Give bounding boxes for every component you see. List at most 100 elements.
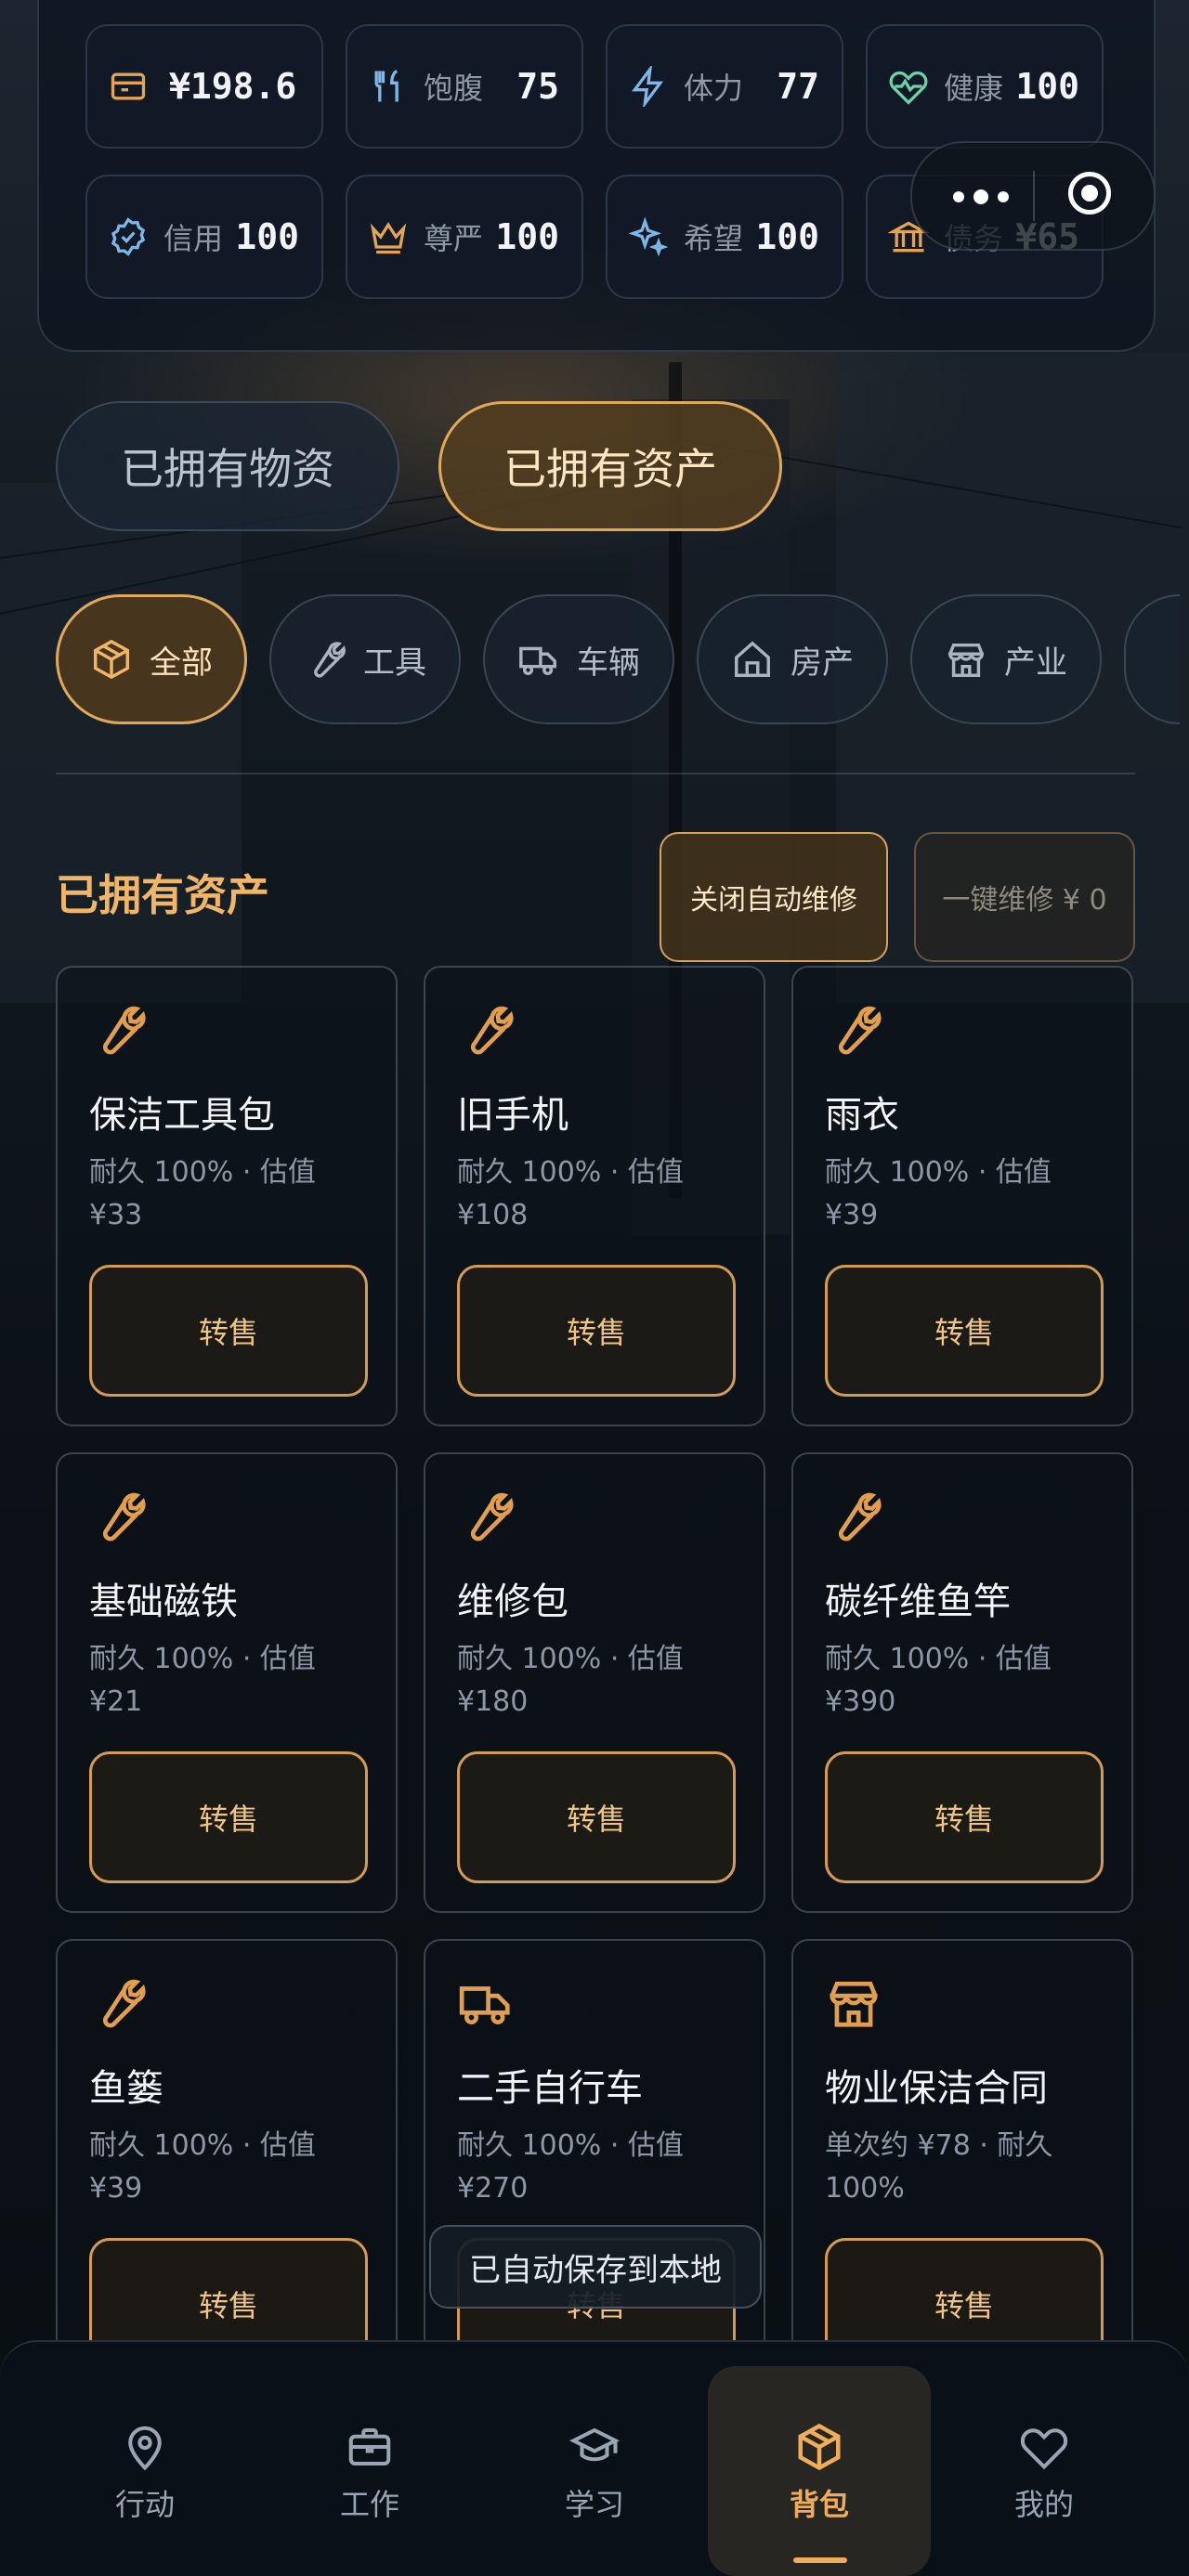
- asset-meta: 耐久 100% · 估值 ¥33: [89, 1156, 316, 1231]
- nav-study[interactable]: 学习: [483, 2342, 706, 2576]
- nav-label: 背包: [789, 2487, 849, 2522]
- stat-label: 体力: [684, 71, 744, 106]
- asset-name: 保洁工具包: [89, 1094, 275, 1137]
- section-title: 已拥有资产: [56, 870, 269, 920]
- map-pin-icon: [128, 2426, 162, 2471]
- stat-value: 77: [777, 66, 819, 107]
- autosave-toast: 已自动保存到本地: [429, 2225, 762, 2309]
- asset-meta: 耐久 100% · 估值 ¥39: [825, 1156, 1052, 1231]
- filter-property[interactable]: 房产: [697, 594, 888, 724]
- filter-tools[interactable]: 工具: [269, 594, 461, 724]
- stat-value: ¥198.6: [169, 66, 297, 107]
- store-icon: [948, 643, 984, 677]
- filter-label: 车辆: [577, 644, 640, 682]
- nav-label: 行动: [114, 2487, 175, 2522]
- filter-all[interactable]: 全部: [56, 594, 247, 724]
- crown-icon: [370, 222, 407, 254]
- auto-repair-toggle-button[interactable]: 关闭自动维修: [660, 832, 888, 962]
- resell-button[interactable]: 转售: [457, 1751, 736, 1883]
- truck-icon: [459, 1986, 510, 2024]
- filter-vehicles[interactable]: 车辆: [483, 594, 674, 724]
- nav-label: 学习: [564, 2487, 624, 2522]
- miniapp-capsule: [910, 141, 1156, 251]
- asset-card: 鱼篓 耐久 100% · 估值 ¥39 转售: [56, 1939, 398, 2370]
- asset-name: 物业保洁合同: [825, 2067, 1048, 2110]
- bottom-nav: 行动 工作 学习 背包 我的: [0, 2340, 1189, 2576]
- heart-pulse-icon: [889, 71, 928, 105]
- briefcase-icon: [348, 2427, 391, 2466]
- truck-icon: [519, 646, 556, 676]
- asset-name: 雨衣: [825, 1094, 899, 1137]
- resell-button[interactable]: 转售: [825, 1265, 1104, 1397]
- stat-label: 饱腹: [424, 71, 484, 106]
- asset-name: 旧手机: [457, 1094, 568, 1137]
- stat-stamina: 体力 77: [606, 24, 843, 149]
- stat-value: 100: [495, 216, 559, 257]
- asset-card: 保洁工具包耐久 100% · 估值 ¥33 转售: [56, 966, 398, 1426]
- resell-button[interactable]: 转售: [825, 1751, 1104, 1883]
- stat-value: 75: [516, 66, 559, 107]
- heart-icon: [1020, 2428, 1068, 2470]
- resell-button[interactable]: 转售: [89, 1265, 368, 1397]
- nav-backpack[interactable]: 背包: [708, 2342, 931, 2576]
- asset-meta: 耐久 100% · 估值 ¥180: [457, 1643, 684, 1718]
- divider: [56, 773, 1135, 774]
- filter-label: 产业: [1004, 644, 1067, 682]
- filter-business[interactable]: 产业: [910, 594, 1102, 724]
- store-icon: [830, 1982, 878, 2027]
- wrench-icon: [102, 1492, 146, 1542]
- nav-action[interactable]: 行动: [33, 2342, 256, 2576]
- wrench-icon: [470, 1006, 514, 1055]
- wallet-icon: [111, 72, 146, 100]
- stat-hope: 希望 100: [606, 175, 843, 299]
- stat-label: 尊严: [424, 221, 484, 256]
- lightning-icon: [632, 66, 664, 107]
- house-icon: [735, 641, 770, 677]
- asset-meta: 单次约 ¥78 · 耐久 100%: [825, 2129, 1053, 2205]
- stat-value: 100: [755, 216, 819, 257]
- asset-name: 基础磁铁: [89, 1581, 238, 1623]
- wrench-icon: [470, 1492, 514, 1542]
- filter-label: 房产: [790, 644, 854, 682]
- asset-name: 维修包: [457, 1581, 568, 1623]
- resell-button[interactable]: 转售: [457, 1265, 736, 1397]
- stat-label: 希望: [684, 221, 744, 256]
- stat-value: 100: [1015, 66, 1079, 107]
- filter-label: 全部: [150, 644, 213, 682]
- stat-satiety: 饱腹 75: [346, 24, 583, 149]
- stat-value: 100: [235, 216, 299, 257]
- sparkles-icon: [628, 216, 669, 257]
- wrench-icon: [838, 1006, 882, 1055]
- wrench-icon: [102, 1006, 146, 1055]
- asset-card: 旧手机 耐久 100% · 估值 ¥108 转售: [424, 966, 765, 1426]
- fork-knife-icon: [374, 70, 399, 102]
- asset-name: 碳纤维鱼竿: [825, 1581, 1011, 1623]
- stat-label: 信用: [163, 221, 224, 256]
- stat-health: 健康 100: [866, 24, 1104, 149]
- asset-card: 物业保洁合同 单次约 ¥78 · 耐久 100% 转售: [791, 1939, 1133, 2370]
- asset-name: 鱼篓: [89, 2067, 163, 2110]
- asset-card: 雨衣耐久 100% · 估值 ¥39 转售: [791, 966, 1133, 1426]
- more-menu-icon[interactable]: [953, 189, 1009, 204]
- wrench-icon: [838, 1492, 882, 1542]
- tab-materials[interactable]: 已拥有物资: [56, 401, 399, 531]
- asset-meta: 耐久 100% · 估值 ¥21: [89, 1643, 316, 1718]
- asset-meta: 耐久 100% · 估值 ¥39: [89, 2129, 316, 2205]
- asset-card: 维修包耐久 100% · 估值 ¥180 转售: [424, 1452, 765, 1913]
- nav-label: 我的: [1013, 2487, 1074, 2522]
- asset-meta: 耐久 100% · 估值 ¥390: [825, 1643, 1052, 1718]
- filter-label: 工具: [363, 644, 426, 682]
- repair-all-button[interactable]: 一键维修 ¥ 0: [914, 832, 1135, 962]
- nav-profile[interactable]: 我的: [933, 2342, 1156, 2576]
- box-icon: [94, 639, 129, 680]
- wrench-icon: [102, 1979, 146, 2028]
- graduation-cap-icon: [569, 2427, 620, 2462]
- nav-work[interactable]: 工作: [258, 2342, 481, 2576]
- stat-dignity: 尊严 100: [346, 175, 583, 299]
- tab-assets[interactable]: 已拥有资产: [438, 401, 782, 531]
- nav-label: 工作: [339, 2487, 399, 2522]
- active-indicator: [793, 2557, 847, 2563]
- resell-button[interactable]: 转售: [89, 1751, 368, 1883]
- asset-card: 基础磁铁耐久 100% · 估值 ¥21 转售: [56, 1452, 398, 1913]
- close-target-icon[interactable]: [1068, 172, 1111, 215]
